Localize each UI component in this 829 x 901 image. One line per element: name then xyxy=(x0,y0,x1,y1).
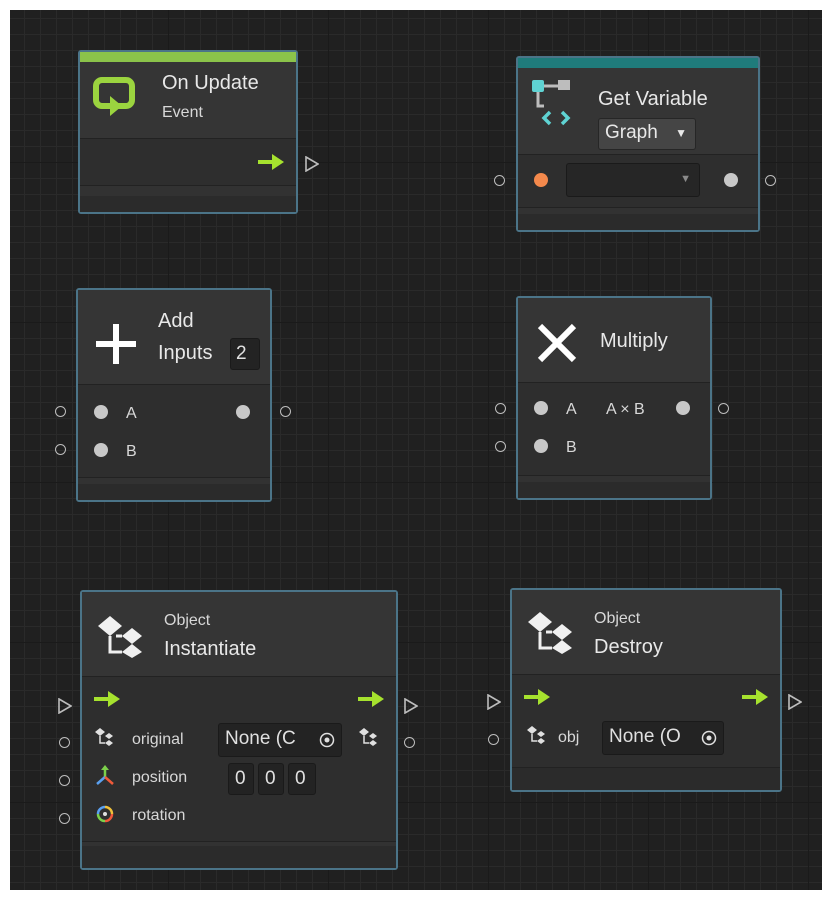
node-title: Destroy xyxy=(594,636,663,658)
destroy-node[interactable]: Object Destroy obj None (O xyxy=(510,588,782,792)
inputs-label: Inputs xyxy=(158,342,213,364)
rotation-icon xyxy=(96,805,114,823)
position-y-field[interactable]: 0 xyxy=(258,763,284,795)
node-title: Add xyxy=(158,310,194,332)
rotation-input-port-ring[interactable] xyxy=(59,813,70,824)
flow-arrow-icon xyxy=(358,691,384,707)
output-label: A × B xyxy=(606,401,645,418)
gameobject-icon xyxy=(528,612,572,654)
variable-kind-dropdown[interactable]: Graph ▼ xyxy=(598,118,696,150)
flow-arrow-icon xyxy=(524,689,550,705)
position-z-value: 0 xyxy=(295,768,306,789)
dropdown-caret-icon: ▼ xyxy=(675,126,687,140)
obj-input-port-ring[interactable] xyxy=(488,734,499,745)
on-update-node[interactable]: On Update Event xyxy=(78,50,298,214)
node-category: Object xyxy=(594,610,641,627)
flow-output-port[interactable] xyxy=(404,698,418,714)
dropdown-caret-icon: ▼ xyxy=(680,173,691,185)
flow-output-port[interactable] xyxy=(788,694,802,710)
input-port-dot-a[interactable] xyxy=(534,401,548,415)
instantiate-node[interactable]: Object Instantiate original None (C posi… xyxy=(80,590,398,870)
node-title: On Update xyxy=(162,72,259,94)
dropdown-value: Graph xyxy=(605,122,658,143)
output-port-dot[interactable] xyxy=(724,173,738,187)
position-x-value: 0 xyxy=(235,768,246,789)
original-label: original xyxy=(132,731,184,748)
flow-input-port[interactable] xyxy=(487,694,501,710)
obj-label: obj xyxy=(558,729,580,746)
gameobject-icon xyxy=(359,728,377,746)
output-port-ring[interactable] xyxy=(718,403,729,414)
axis-icon xyxy=(96,765,114,785)
position-label: position xyxy=(132,769,188,786)
position-input-port-ring[interactable] xyxy=(59,775,70,786)
get-variable-node[interactable]: Get Variable Graph ▼ ▼ xyxy=(516,56,760,232)
output-port-ring[interactable] xyxy=(404,737,415,748)
multiply-icon xyxy=(537,323,577,363)
original-object-field[interactable]: None (C xyxy=(218,723,342,757)
target-icon[interactable] xyxy=(319,732,335,748)
output-port-dot[interactable] xyxy=(676,401,690,415)
target-icon[interactable] xyxy=(701,730,717,746)
loop-icon xyxy=(93,77,135,116)
obj-value: None (O xyxy=(609,726,681,747)
variable-icon xyxy=(532,80,571,126)
input-port-dot-b[interactable] xyxy=(94,443,108,457)
flow-arrow-icon xyxy=(94,691,120,707)
flow-input-port[interactable] xyxy=(58,698,72,714)
input-port-ring-a[interactable] xyxy=(495,403,506,414)
port-label-a: A xyxy=(566,401,577,418)
input-port-ring[interactable] xyxy=(494,175,505,186)
gameobject-icon xyxy=(527,726,545,744)
output-port-dot[interactable] xyxy=(236,405,250,419)
port-label-b: B xyxy=(126,443,137,460)
add-node[interactable]: Add Inputs 2 A B xyxy=(76,288,272,502)
node-subtitle: Event xyxy=(162,104,203,121)
input-port-dot-a[interactable] xyxy=(94,405,108,419)
input-port-ring-a[interactable] xyxy=(55,406,66,417)
rotation-label: rotation xyxy=(132,807,186,824)
flow-arrow-icon xyxy=(742,689,768,705)
multiply-node[interactable]: Multiply A A × B B xyxy=(516,296,712,500)
output-port-ring[interactable] xyxy=(765,175,776,186)
obj-field[interactable]: None (O xyxy=(602,721,724,755)
node-title: Multiply xyxy=(600,330,668,352)
inputs-count-field[interactable]: 2 xyxy=(230,338,260,370)
output-port-ring[interactable] xyxy=(280,406,291,417)
input-port-dot-b[interactable] xyxy=(534,439,548,453)
original-object-value: None (C xyxy=(225,728,296,749)
position-z-field[interactable]: 0 xyxy=(288,763,316,795)
flow-output-port[interactable] xyxy=(305,156,319,172)
inputs-count-value: 2 xyxy=(236,343,247,364)
node-title: Get Variable xyxy=(598,88,708,110)
gameobject-icon xyxy=(98,616,142,658)
plus-icon xyxy=(96,324,136,364)
input-port-dot[interactable] xyxy=(534,173,548,187)
flow-arrow-icon xyxy=(258,154,284,170)
position-y-value: 0 xyxy=(265,768,276,789)
port-label-a: A xyxy=(126,405,137,422)
input-port-ring-b[interactable] xyxy=(55,444,66,455)
gameobject-icon xyxy=(95,728,113,746)
input-port-ring-b[interactable] xyxy=(495,441,506,452)
variable-name-field[interactable]: ▼ xyxy=(566,163,700,197)
node-title: Instantiate xyxy=(164,638,257,660)
node-category: Object xyxy=(164,612,211,629)
position-x-field[interactable]: 0 xyxy=(228,763,254,795)
graph-canvas[interactable]: On Update Event Get Variable Graph ▼ ▼ A… xyxy=(10,10,822,890)
port-label-b: B xyxy=(566,439,577,456)
original-input-port-ring[interactable] xyxy=(59,737,70,748)
